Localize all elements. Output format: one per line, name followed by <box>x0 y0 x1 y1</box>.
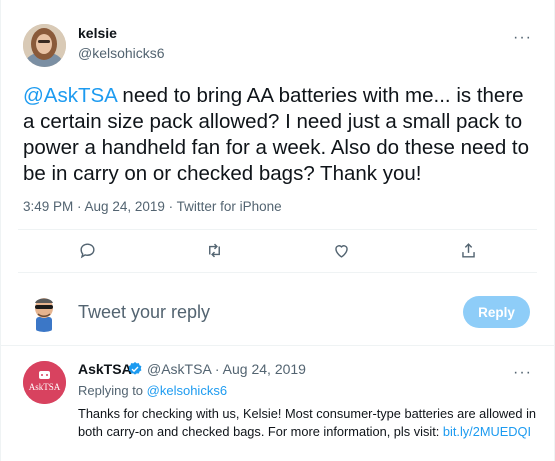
reply-link[interactable]: bit.ly/2MUEDQI <box>443 424 531 439</box>
replying-to-label: Replying to <box>78 383 147 398</box>
share-icon[interactable] <box>457 239 479 261</box>
replying-to: Replying to @kelsohicks6 <box>78 383 227 398</box>
author-handle[interactable]: @kelsohicks6 <box>78 45 165 61</box>
more-options-icon[interactable]: ··· <box>513 30 532 46</box>
reply-more-options-icon[interactable]: ··· <box>513 365 532 381</box>
tweet-text: @AskTSA need to bring AA batteries with … <box>23 83 535 187</box>
divider <box>18 229 537 230</box>
tweet-meta: 3:49 PM · Aug 24, 2019 · Twitter for iPh… <box>23 199 282 214</box>
reply-input[interactable]: Tweet your reply <box>78 302 210 323</box>
reply-button[interactable]: Reply <box>463 296 530 328</box>
mention-link[interactable]: @AskTSA <box>23 84 117 107</box>
verified-badge-icon <box>127 361 143 377</box>
like-icon[interactable] <box>330 239 352 261</box>
author-name[interactable]: kelsie <box>78 25 117 41</box>
tweet-date[interactable]: Aug 24, 2019 <box>85 199 165 214</box>
author-avatar[interactable] <box>23 24 66 67</box>
asktsa-avatar-text: AskTSA <box>29 382 61 392</box>
reply-author-name[interactable]: AskTSA <box>78 361 132 377</box>
divider <box>1 345 554 346</box>
meta-separator: · <box>73 199 85 214</box>
divider <box>18 272 537 273</box>
tweet-thread: kelsie @kelsohicks6 ··· @AskTSA need to … <box>0 0 555 461</box>
reply-author-handle-date[interactable]: @AskTSA · Aug 24, 2019 <box>147 361 306 377</box>
retweet-icon[interactable] <box>203 239 225 261</box>
asktsa-avatar[interactable]: AskTSA <box>23 361 66 404</box>
tweet-source[interactable]: Twitter for iPhone <box>177 199 282 214</box>
current-user-avatar[interactable] <box>23 290 65 332</box>
reply-text: Thanks for checking with us, Kelsie! Mos… <box>78 405 538 441</box>
meta-separator: · <box>164 199 177 214</box>
reply-icon[interactable] <box>76 239 98 261</box>
replying-to-handle[interactable]: @kelsohicks6 <box>147 383 227 398</box>
tweet-time[interactable]: 3:49 PM <box>23 199 73 214</box>
